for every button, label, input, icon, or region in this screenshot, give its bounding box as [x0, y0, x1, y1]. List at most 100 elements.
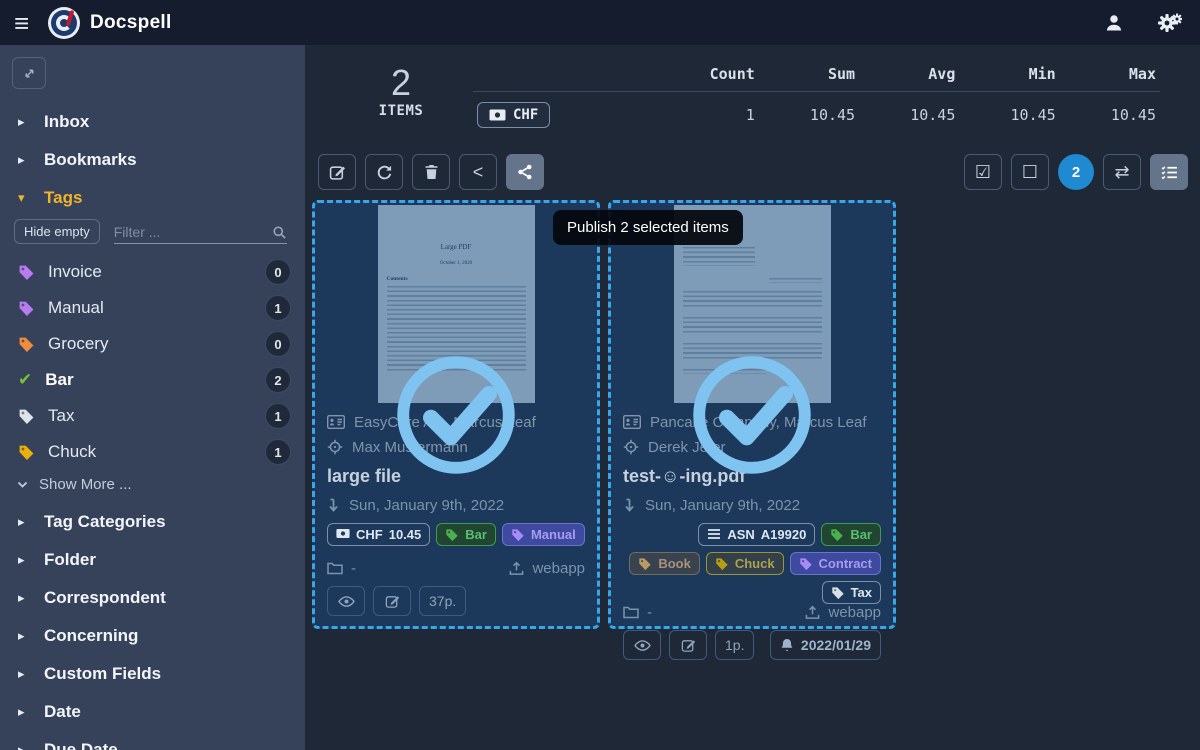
tag-icon	[511, 528, 525, 542]
sidebar-item-correspondent[interactable]: ▸ Correspondent	[0, 579, 305, 617]
tag-icon	[18, 336, 35, 353]
show-more-tags[interactable]: Show More ...	[0, 470, 305, 503]
merge-icon: <	[473, 162, 484, 183]
reprocess-button[interactable]	[365, 154, 403, 190]
folder-value: -	[351, 560, 356, 577]
sidebar-item-label: Inbox	[44, 112, 89, 132]
preview-item-button[interactable]	[623, 630, 661, 660]
sidebar-item-due-date[interactable]: ▸ Due Date	[0, 731, 305, 750]
publish-button[interactable]	[506, 154, 544, 190]
caret-right-icon: ▸	[18, 514, 28, 530]
item-card-test-ing[interactable]: Pancake Company, Marcus Leaf Derek Jeter…	[608, 200, 896, 629]
tag-icon	[799, 557, 813, 571]
caret-right-icon: ▸	[18, 628, 28, 644]
hide-empty-toggle[interactable]: Hide empty	[14, 219, 100, 244]
upload-icon	[805, 605, 820, 620]
sidebar-item-folder[interactable]: ▸ Folder	[0, 541, 305, 579]
stat-avg-value: 10.45	[859, 92, 959, 139]
tag-icon	[445, 528, 459, 542]
tag-badge-book[interactable]: Book	[629, 552, 700, 575]
eye-icon	[634, 639, 651, 652]
sidebar-section-tags[interactable]: ▾ Tags	[0, 179, 305, 217]
bell-icon	[780, 638, 794, 653]
item-cards: Publish 2 selected items Large PDF Octob…	[305, 200, 1200, 629]
arrow-down-icon	[623, 498, 636, 513]
item-card-large-file[interactable]: Large PDF October 1, 2020 Contents EasyC…	[312, 200, 600, 629]
tag-item-grocery[interactable]: Grocery 0	[0, 326, 305, 362]
tag-count-badge: 1	[265, 295, 291, 321]
sidebar-item-bookmarks[interactable]: ▸ Bookmarks	[0, 141, 305, 179]
tag-badge-chuck[interactable]: Chuck	[706, 552, 784, 575]
sidebar-item-date[interactable]: ▸ Date	[0, 693, 305, 731]
edit-selected-button[interactable]	[318, 154, 356, 190]
tag-icon	[715, 557, 729, 571]
concerning-text: Max Mustermann	[352, 439, 468, 456]
tag-icon	[18, 444, 35, 461]
stat-min-value: 10.45	[959, 92, 1059, 139]
tag-badge-tax[interactable]: Tax	[822, 581, 881, 604]
item-title: test-☺-ing.pdf	[623, 466, 881, 487]
tag-badge-bar[interactable]: Bar	[821, 523, 881, 546]
tag-item-bar[interactable]: ✔ Bar 2	[0, 362, 305, 398]
caret-right-icon: ▸	[18, 152, 28, 168]
tag-name: Invoice	[48, 262, 252, 282]
preview-item-button[interactable]	[327, 586, 365, 616]
list-view-button[interactable]	[1150, 154, 1188, 190]
sidebar-item-label: Custom Fields	[44, 664, 161, 684]
sidebar-item-label: Folder	[44, 550, 96, 570]
tag-badge-bar[interactable]: Bar	[436, 523, 496, 546]
caret-down-icon: ▾	[18, 190, 28, 206]
deselect-all-button[interactable]: ☐	[1011, 154, 1049, 190]
merge-button[interactable]: <	[459, 154, 497, 190]
sidebar-item-concerning[interactable]: ▸ Concerning	[0, 617, 305, 655]
preview-title: Large PDF	[387, 243, 526, 251]
tag-filter-input[interactable]	[114, 224, 272, 240]
user-icon[interactable]	[1104, 13, 1124, 33]
tag-name: Chuck	[48, 442, 252, 462]
folder-source-row: - webapp	[623, 604, 881, 621]
sidebar: ▸ Inbox ▸ Bookmarks ▾ Tags Hide empty In	[0, 45, 305, 750]
arrow-down-icon	[327, 498, 340, 513]
due-date-button[interactable]: 2022/01/29	[770, 630, 881, 660]
badges-row: ASN A19920 Bar Book	[623, 523, 881, 604]
sidebar-item-label: Concerning	[44, 626, 138, 646]
tag-icon	[18, 408, 35, 425]
chevron-down-icon	[16, 478, 29, 491]
tag-item-tax[interactable]: Tax 1	[0, 398, 305, 434]
sidebar-item-inbox[interactable]: ▸ Inbox	[0, 103, 305, 141]
collapse-sidebar-button[interactable]	[12, 57, 46, 89]
asn-badge: ASN A19920	[698, 523, 815, 546]
tag-badge-contract[interactable]: Contract	[790, 552, 881, 575]
tag-item-chuck[interactable]: Chuck 1	[0, 434, 305, 470]
sidebar-item-tag-categories[interactable]: ▸ Tag Categories	[0, 503, 305, 541]
caret-right-icon: ▸	[18, 114, 28, 130]
tag-icon	[638, 557, 652, 571]
invert-selection-button[interactable]: ⇄	[1103, 154, 1141, 190]
sidebar-item-label: Bookmarks	[44, 150, 137, 170]
page-count-button[interactable]: 1p.	[715, 630, 754, 660]
folder-value: -	[647, 604, 652, 621]
tag-item-manual[interactable]: Manual 1	[0, 290, 305, 326]
page-count-button[interactable]: 37p.	[419, 586, 466, 616]
source-value: webapp	[532, 560, 585, 577]
folder-icon	[623, 606, 639, 619]
menu-icon[interactable]: ≡	[14, 10, 48, 36]
correspondent-line: EasyCare AG, Marcus Leaf	[327, 412, 585, 432]
settings-gears-icon[interactable]	[1158, 12, 1182, 34]
checkbox-unchecked-icon: ☐	[1022, 162, 1038, 183]
check-icon: ✔	[18, 370, 32, 390]
edit-item-button[interactable]	[669, 630, 707, 660]
stats-table: Count Sum Avg Min Max	[473, 59, 1160, 138]
card-footer: 1p. 2022/01/29	[623, 630, 881, 660]
delete-button[interactable]	[412, 154, 450, 190]
tag-item-invoice[interactable]: Invoice 0	[0, 254, 305, 290]
edit-icon	[385, 594, 400, 609]
search-icon	[272, 225, 287, 240]
items-label: ITEMS	[355, 103, 447, 119]
tag-badge-manual[interactable]: Manual	[502, 523, 585, 546]
caret-right-icon: ▸	[18, 666, 28, 682]
select-all-button[interactable]: ☑	[964, 154, 1002, 190]
edit-item-button[interactable]	[373, 586, 411, 616]
sidebar-item-custom-fields[interactable]: ▸ Custom Fields	[0, 655, 305, 693]
concerning-line: Max Mustermann	[327, 437, 585, 457]
